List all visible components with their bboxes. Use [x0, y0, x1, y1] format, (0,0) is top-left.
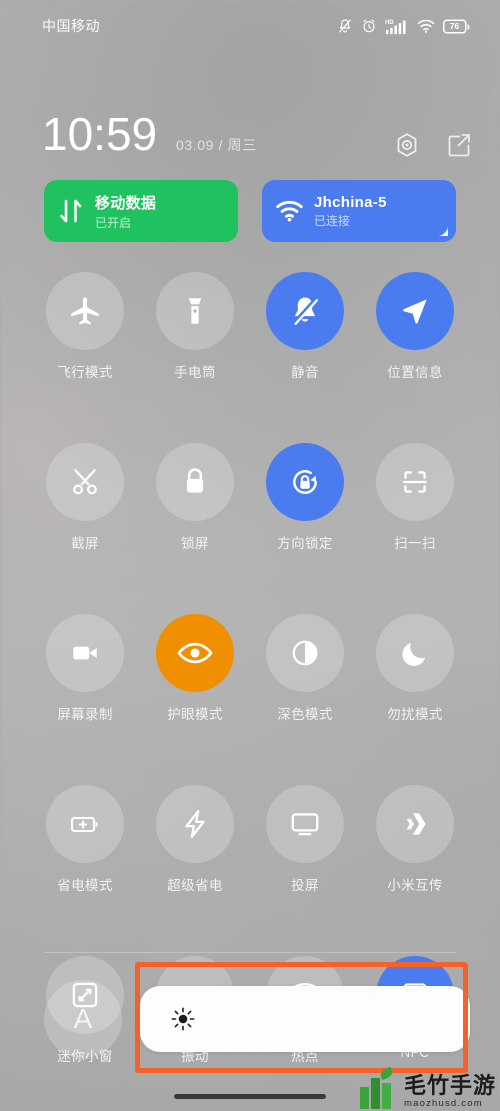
toggle-label: 投屏 — [291, 878, 319, 893]
wifi-status-icon — [417, 19, 435, 33]
toggle-label: 位置信息 — [387, 365, 443, 380]
clock-date: 03.09 / 周三 — [176, 137, 257, 153]
toggle-label: 飞行模式 — [57, 365, 113, 380]
bamboo-logo-icon — [358, 1066, 398, 1109]
wifi-ssid: Jhchina-5 — [314, 193, 387, 211]
clock-actions — [394, 132, 472, 158]
location-arrow-icon — [403, 299, 427, 324]
battery-level-text: 76 — [449, 21, 460, 31]
connection-cards: 移动数据 已开启 Jhchina-5 已连接 — [44, 180, 456, 242]
brightness-slider[interactable] — [140, 986, 470, 1052]
toggle-label: 截屏 — [71, 536, 99, 551]
status-bar: 中国移动 HD 76 — [0, 0, 500, 52]
control-center-panel: 中国移动 HD 76 10:59 03.09 / 周三 移动数据 已开启 Jhc… — [0, 0, 500, 1111]
toggle-lock-screen[interactable]: 锁屏 — [140, 443, 250, 552]
toggle-battery-saver[interactable]: 省电模式 — [30, 785, 140, 894]
wifi-card[interactable]: Jhchina-5 已连接 — [262, 180, 456, 242]
toggle-scan[interactable]: 扫一扫 — [360, 443, 470, 552]
toggle-label: 护眼模式 — [167, 707, 223, 722]
wifi-icon — [276, 200, 303, 222]
settings-gear-icon[interactable] — [394, 132, 420, 158]
toggle-rotation-lock[interactable]: 方向锁定 — [250, 443, 360, 552]
auto-brightness-button[interactable]: A — [44, 980, 122, 1058]
scissors-icon — [73, 469, 97, 495]
rotation-lock-icon — [293, 470, 317, 494]
toggle-label: 省电模式 — [57, 878, 113, 893]
clock-time: 10:59 — [42, 108, 158, 160]
svg-text:HD: HD — [385, 19, 394, 25]
toggle-dark-mode[interactable]: 深色模式 — [250, 614, 360, 723]
toggle-label: 静音 — [291, 365, 319, 380]
toggle-screen-record[interactable]: 屏幕录制 — [30, 614, 140, 723]
navigation-home-indicator[interactable] — [174, 1094, 326, 1099]
video-camera-icon — [73, 646, 97, 660]
toggle-airplane-mode[interactable]: 飞行模式 — [30, 272, 140, 381]
toggle-label: 小米互传 — [387, 878, 443, 893]
toggle-do-not-disturb[interactable]: 勿扰模式 — [360, 614, 470, 723]
eye-icon — [177, 642, 213, 664]
flashlight-icon — [188, 298, 202, 324]
toggle-label: 勿扰模式 — [387, 707, 443, 722]
bell-muted-icon — [292, 297, 319, 325]
mobile-data-status: 已开启 — [95, 215, 132, 230]
watermark: 毛竹手游 maozhusd.com — [358, 1066, 496, 1109]
expand-corner-icon[interactable] — [435, 223, 448, 236]
toggle-cast[interactable]: 投屏 — [250, 785, 360, 894]
scan-frame-icon — [403, 471, 427, 493]
toggle-mi-share[interactable]: 小米互传 — [360, 785, 470, 894]
hd-signal-icon: HD — [385, 19, 406, 34]
brightness-sun-icon — [171, 1007, 195, 1031]
toggle-label: 深色模式 — [277, 707, 333, 722]
toggle-reading-mode[interactable]: 护眼模式 — [140, 614, 250, 723]
toggle-label: 手电筒 — [174, 365, 216, 380]
mobile-data-title: 移动数据 — [95, 194, 157, 212]
mobile-data-card[interactable]: 移动数据 已开启 — [44, 180, 238, 242]
toggle-label: 方向锁定 — [277, 536, 333, 551]
moon-icon — [402, 643, 426, 666]
toggle-location[interactable]: 位置信息 — [360, 272, 470, 381]
carrier-name: 中国移动 — [42, 18, 100, 34]
quick-settings-grid: 飞行模式 手电筒 静音 位置信息 截屏 锁屏 方向锁定 扫一扫 屏幕录制 护眼模… — [30, 272, 470, 1065]
brightness-row: A — [44, 980, 470, 1058]
toggle-ultra-battery-saver[interactable]: 超级省电 — [140, 785, 250, 894]
toggle-flashlight[interactable]: 手电筒 — [140, 272, 250, 381]
clock-row: 10:59 03.09 / 周三 — [42, 108, 472, 172]
toggle-silent[interactable]: 静音 — [250, 272, 360, 381]
toggle-label: 屏幕录制 — [57, 707, 113, 722]
toggle-label: 锁屏 — [181, 536, 209, 551]
watermark-title: 毛竹手游 — [403, 1073, 496, 1098]
wifi-status: 已连接 — [314, 213, 351, 228]
data-transfer-icon — [60, 199, 82, 223]
battery-plus-icon — [70, 816, 98, 833]
watermark-url: maozhusd.com — [403, 1098, 483, 1109]
edit-icon[interactable] — [446, 132, 472, 158]
lightning-bolt-icon — [185, 810, 205, 838]
toggle-label: 超级省电 — [167, 878, 223, 893]
mute-icon — [339, 19, 351, 33]
toggle-label: 扫一扫 — [394, 536, 436, 551]
airplane-icon — [71, 297, 99, 325]
status-icon-group: HD 76 — [337, 18, 470, 35]
toggle-screenshot[interactable]: 截屏 — [30, 443, 140, 552]
section-divider — [44, 952, 456, 953]
padlock-icon — [186, 468, 204, 493]
monitor-icon — [291, 813, 319, 836]
mi-share-icon — [406, 813, 426, 835]
battery-icon: 76 — [443, 18, 470, 34]
contrast-circle-icon — [292, 640, 318, 666]
alarm-icon — [363, 19, 375, 33]
